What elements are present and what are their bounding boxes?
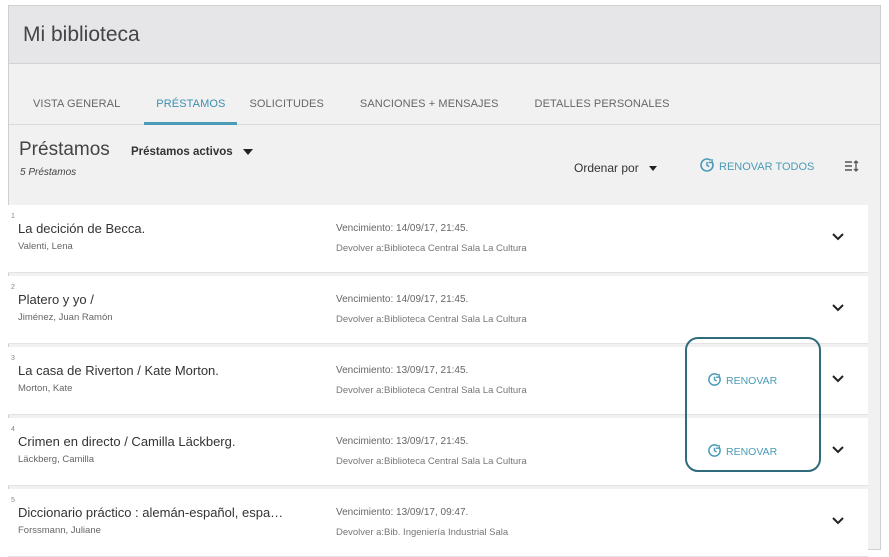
renew-all-label: RENOVAR TODOS	[719, 160, 815, 173]
column-settings-icon[interactable]	[844, 159, 860, 178]
loan-return-location: Devolver a:Bib. Ingeniería Industrial Sa…	[336, 527, 509, 538]
loan-due-date: Vencimiento: 14/09/17, 21:45.	[336, 223, 469, 234]
caret-down-icon	[648, 165, 657, 171]
sort-label: Ordenar por	[574, 161, 639, 175]
renew-highlight-box	[685, 337, 821, 472]
loan-return-location: Devolver a:Biblioteca Central Sala La Cu…	[336, 456, 527, 467]
tab-vista-general[interactable]: VISTA GENERAL	[21, 98, 132, 124]
tab-sanciones-mensajes[interactable]: SANCIONES + MENSAJES	[348, 98, 511, 124]
loan-title: La casa de Riverton / Kate Morton.	[18, 363, 219, 378]
loan-author: Morton, Kate	[18, 383, 73, 394]
loan-due-date: Vencimiento: 13/09/17, 21:45.	[336, 436, 469, 447]
loan-due-date: Vencimiento: 13/09/17, 21:45.	[336, 365, 469, 376]
tab-detalles-personales[interactable]: DETALLES PERSONALES	[523, 98, 682, 124]
loan-due-date: Vencimiento: 14/09/17, 21:45.	[336, 294, 469, 305]
loan-author: Läckberg, Camilla	[18, 454, 95, 465]
renew-all-button[interactable]: RENOVAR TODOS	[699, 157, 814, 176]
loan-author: Forssmann, Juliane	[18, 525, 101, 536]
loan-author: Jiménez, Juan Ramón	[18, 312, 113, 323]
loan-row: 5 Diccionario práctico : alemán-español,…	[8, 489, 868, 557]
loan-title: Crimen en directo / Camilla Läckberg.	[18, 434, 236, 449]
row-index: 2	[11, 284, 15, 291]
loan-title: Diccionario práctico : alemán-español, e…	[18, 505, 284, 520]
filter-label: Préstamos activos	[131, 146, 233, 158]
loan-return-location: Devolver a:Biblioteca Central Sala La Cu…	[336, 243, 527, 254]
loan-title: Platero y yo /	[18, 292, 94, 307]
chevron-down-icon[interactable]	[831, 371, 845, 389]
row-index: 5	[11, 497, 15, 504]
loan-return-location: Devolver a:Biblioteca Central Sala La Cu…	[336, 385, 527, 396]
sort-dropdown[interactable]: Ordenar por	[574, 161, 657, 175]
row-index: 3	[11, 355, 15, 362]
loan-author: Valenti, Lena	[18, 241, 73, 252]
caret-down-icon	[242, 149, 253, 155]
chevron-down-icon[interactable]	[831, 229, 845, 247]
loans-toolbar: Préstamos Préstamos activos 5 Préstamos …	[9, 125, 880, 199]
loans-count: 5 Préstamos	[20, 167, 77, 178]
loan-row: 1 La decición de Becca. Valenti, Lena Ve…	[8, 205, 868, 273]
row-index: 4	[11, 426, 15, 433]
page-title: Mi biblioteca	[9, 6, 880, 64]
chevron-down-icon[interactable]	[831, 513, 845, 531]
loan-return-location: Devolver a:Biblioteca Central Sala La Cu…	[336, 314, 527, 325]
loans-heading: Préstamos	[19, 139, 110, 160]
tab-solicitudes[interactable]: SOLICITUDES	[237, 98, 335, 124]
loan-due-date: Vencimiento: 13/09/17, 09:47.	[336, 507, 469, 518]
tab-bar: VISTA GENERAL PRÉSTAMOS SOLICITUDES SANC…	[9, 64, 880, 125]
row-index: 1	[11, 213, 15, 220]
loan-row: 2 Platero y yo / Jiménez, Juan Ramón Ven…	[8, 276, 868, 344]
filter-dropdown[interactable]: Préstamos activos	[131, 146, 253, 158]
tab-prestamos[interactable]: PRÉSTAMOS	[144, 98, 238, 125]
chevron-down-icon[interactable]	[831, 442, 845, 460]
chevron-down-icon[interactable]	[831, 300, 845, 318]
loan-title: La decición de Becca.	[18, 221, 146, 236]
renew-icon	[699, 157, 715, 176]
